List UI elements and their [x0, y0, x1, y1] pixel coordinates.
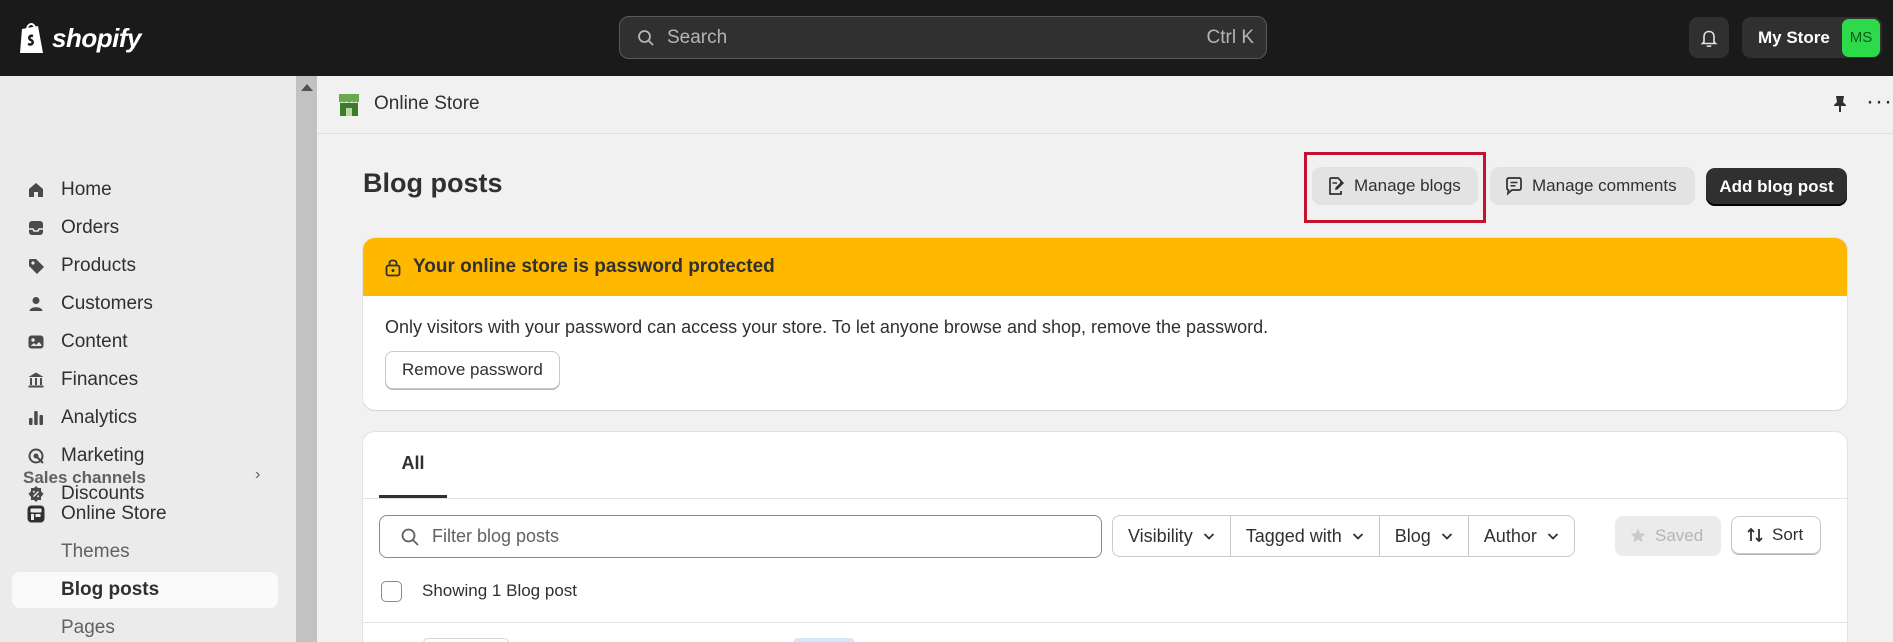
sidebar-item-label: Finances [61, 369, 139, 390]
filter-blog-posts-input[interactable]: Filter blog posts [379, 515, 1102, 558]
tag-icon [26, 256, 46, 276]
banner-title: Your online store is password protected [413, 256, 775, 277]
add-blog-post-button[interactable]: Add blog post [1706, 168, 1847, 206]
status-badge-partial [793, 638, 855, 642]
sidebar-subitem-blog-posts[interactable]: Blog posts [12, 572, 278, 608]
sidebar-subitem-pages[interactable]: Pages [12, 610, 278, 642]
manage-blogs-label: Manage blogs [1354, 176, 1461, 195]
target-icon [26, 446, 46, 466]
sales-channels-title[interactable]: Sales channels [23, 468, 146, 488]
sidebar-item-label: Content [61, 331, 128, 352]
sidebar-item-customers[interactable]: Customers [12, 286, 278, 322]
chevron-down-icon [1202, 529, 1216, 543]
divider [363, 498, 1847, 499]
sidebar-item-label: Products [61, 255, 136, 276]
divider [363, 622, 1847, 623]
sort-button[interactable]: Sort [1731, 516, 1821, 554]
sidebar-subitem-themes[interactable]: Themes [12, 534, 278, 570]
showing-count: Showing 1 Blog post [422, 581, 577, 600]
saved-button[interactable]: Saved [1615, 516, 1721, 556]
sidebar-item-label: Marketing [61, 445, 145, 466]
search-icon [638, 29, 654, 46]
bell-icon [1700, 30, 1718, 47]
author-filter[interactable]: Author [1469, 516, 1574, 556]
add-blog-post-label: Add blog post [1719, 177, 1834, 196]
scrollbar[interactable] [296, 76, 317, 642]
saved-label: Saved [1655, 526, 1704, 545]
sidebar-item-orders[interactable]: Orders [12, 210, 278, 246]
chevron-down-icon [1351, 529, 1365, 543]
sidebar-item-label: Customers [61, 293, 153, 314]
chevron-right-icon[interactable]: › [255, 466, 260, 484]
scroll-up-arrow-icon[interactable] [301, 84, 313, 91]
lock-icon [383, 257, 403, 277]
tagged-with-filter[interactable]: Tagged with [1231, 516, 1380, 556]
manage-comments-button[interactable]: Manage comments [1490, 167, 1695, 205]
sidebar-item-online-store[interactable]: Online Store [12, 496, 278, 532]
sidebar-item-label: Pages [61, 617, 115, 638]
sidebar-item-label: Orders [61, 217, 120, 238]
avatar: MS [1842, 18, 1880, 57]
bank-icon [26, 370, 46, 390]
sidebar-item-content[interactable]: Content [12, 324, 278, 360]
content-header: Online Store ··· [317, 76, 1893, 134]
sidebar-item-home[interactable]: Home [12, 172, 278, 208]
filter-placeholder: Filter blog posts [432, 526, 560, 546]
sidebar-item-products[interactable]: Products [12, 248, 278, 284]
search-placeholder: Search [667, 26, 728, 48]
store-name: My Store [1758, 27, 1830, 47]
filter-label: Visibility [1128, 525, 1193, 546]
section-title[interactable]: Online Store [374, 93, 480, 115]
select-all-checkbox[interactable] [381, 581, 402, 602]
star-icon [1629, 527, 1647, 545]
banner-text: Only visitors with your password can acc… [385, 317, 1269, 337]
person-icon [26, 294, 46, 314]
search-icon [400, 527, 420, 547]
store-menu-button[interactable]: My Store MS [1742, 17, 1882, 58]
logo-text: shopify [52, 22, 141, 53]
search-shortcut: Ctrl K [1206, 26, 1255, 48]
sidebar-item-label: Analytics [61, 407, 138, 428]
image-icon [26, 332, 46, 352]
shopify-logo[interactable]: shopify [18, 20, 141, 56]
online-store-icon [339, 94, 359, 116]
sidebar-item-label: Blog posts [61, 579, 160, 600]
more-actions-icon[interactable]: ··· [1866, 88, 1893, 116]
sidebar-item-label: Home [61, 179, 112, 200]
filter-label: Blog [1394, 525, 1431, 546]
bar-chart-icon [26, 408, 46, 428]
shopify-bag-icon [20, 23, 43, 53]
sort-arrows-icon [1746, 526, 1764, 544]
sidebar-item-analytics[interactable]: Analytics [12, 400, 278, 436]
visibility-filter[interactable]: Visibility [1113, 516, 1231, 556]
manage-blogs-button[interactable]: Manage blogs [1312, 167, 1478, 205]
notifications-button[interactable] [1689, 17, 1729, 58]
manage-comments-label: Manage comments [1532, 176, 1677, 195]
sort-label: Sort [1772, 525, 1804, 544]
sidebar-item-label: Online Store [61, 503, 167, 524]
banner-header: Your online store is password protected [363, 238, 1847, 296]
filter-group: Visibility Tagged with Blog Author [1112, 515, 1575, 557]
page-title: Blog posts [363, 168, 503, 198]
tab-all[interactable]: All [379, 432, 447, 498]
chevron-down-icon [1440, 529, 1454, 543]
filter-label: Author [1483, 525, 1537, 546]
chat-bubble-icon [1504, 176, 1524, 196]
table-row-partial [423, 638, 509, 642]
store-icon [26, 504, 46, 524]
edit-document-icon [1326, 176, 1346, 196]
top-bar: shopify Search Ctrl K My Store MS [0, 0, 1893, 76]
sidebar-item-finances[interactable]: Finances [12, 362, 278, 398]
inbox-icon [26, 218, 46, 238]
filter-label: Tagged with [1245, 525, 1342, 546]
chevron-down-icon [1546, 529, 1560, 543]
password-banner: Your online store is password protected … [363, 238, 1847, 410]
pin-icon[interactable] [1831, 94, 1849, 114]
home-icon [26, 180, 46, 200]
sidebar-item-label: Themes [61, 541, 130, 562]
blog-posts-card: All Filter blog posts Visibility Tagged … [363, 432, 1847, 642]
blog-filter[interactable]: Blog [1380, 516, 1469, 556]
remove-password-button[interactable]: Remove password [385, 351, 560, 389]
search-bar[interactable]: Search Ctrl K [619, 16, 1267, 59]
